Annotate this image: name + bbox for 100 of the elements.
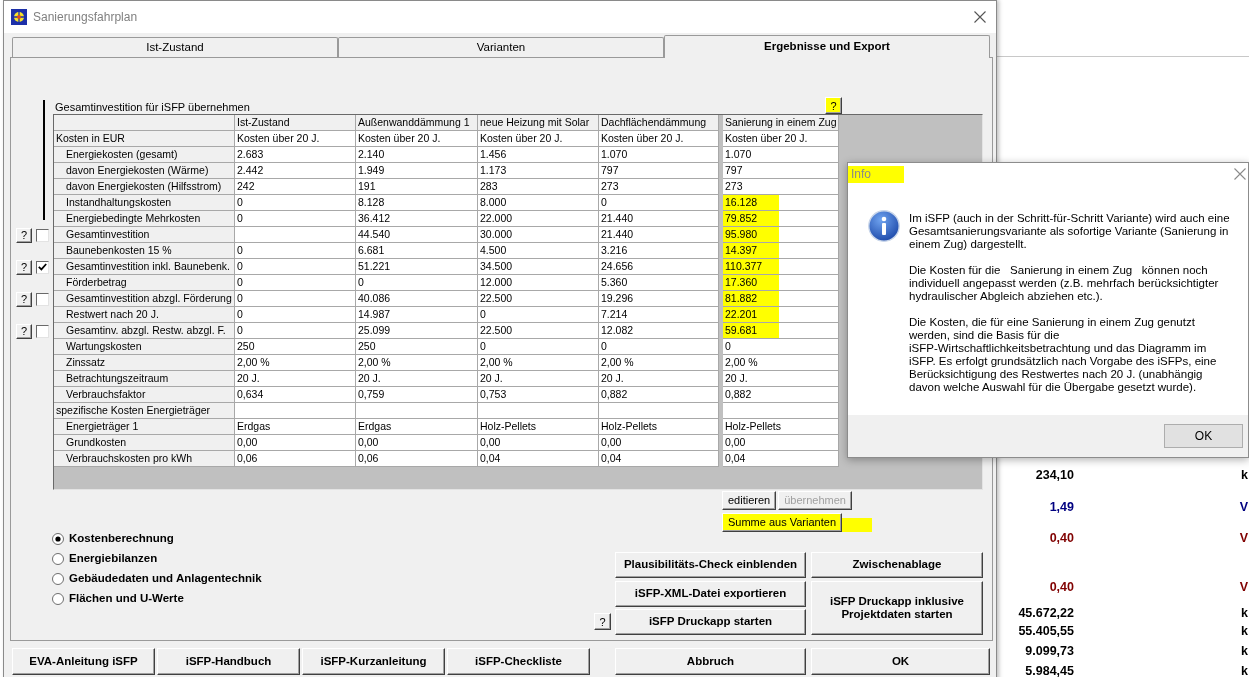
value-text: 55.405,55 — [1017, 623, 1074, 639]
radio-option[interactable]: Kostenberechnung — [52, 529, 174, 549]
table-cell: 0 — [599, 195, 719, 211]
value-text: 9.099,73 — [1024, 643, 1074, 659]
table-cell: 283 — [478, 179, 599, 195]
table-cell: 14.397 — [723, 243, 839, 259]
sum-button[interactable]: Summe aus Varianten — [722, 513, 842, 532]
unit-text: k — [1241, 605, 1248, 621]
unit-text: k — [1241, 643, 1248, 659]
table-cell: 81.882 — [723, 291, 839, 307]
grid-action-button[interactable]: editieren — [722, 491, 777, 510]
table-cell: 0,00 — [599, 435, 719, 451]
row-header: Baunebenkosten 15 % — [54, 243, 235, 259]
table-cell: 6.681 — [356, 243, 478, 259]
unit-text: V — [1239, 499, 1248, 515]
footer-button[interactable]: iSFP-Checkliste — [447, 648, 590, 675]
table-cell: 20 J. — [478, 371, 599, 387]
table-cell: 20 J. — [723, 371, 839, 387]
footer-button[interactable]: iSFP-Kurzanleitung — [302, 648, 445, 675]
table-cell: 110.377 — [723, 259, 839, 275]
table-cell: 0 — [478, 307, 599, 323]
table-cell: 2.683 — [235, 147, 356, 163]
row-header: Verbrauchsfaktor — [54, 387, 235, 403]
row-header: Förderbetrag — [54, 275, 235, 291]
checkbox[interactable] — [36, 324, 49, 338]
checkbox[interactable] — [36, 228, 49, 242]
highlighter-stroke — [842, 518, 872, 532]
action-button[interactable]: iSFP Druckapp starten — [615, 609, 806, 635]
table-cell: Holz-Pellets — [723, 419, 839, 435]
row-header: davon Energiekosten (Hilfsstrom) — [54, 179, 235, 195]
radio-option[interactable]: Flächen und U-Werte — [52, 589, 184, 609]
close-icon[interactable] — [1234, 168, 1246, 180]
table-cell: 0,06 — [235, 451, 356, 467]
help-button[interactable]: ? — [825, 97, 842, 114]
action-button[interactable]: Plausibilitäts-Check einblenden — [615, 552, 806, 578]
table-cell: 273 — [599, 179, 719, 195]
dialog-button[interactable]: OK — [811, 648, 990, 675]
footer-button[interactable]: EVA-Anleitung iSFP — [12, 648, 155, 675]
footer-button[interactable]: iSFP-Handbuch — [157, 648, 300, 675]
dialog-button[interactable]: Abbruch — [615, 648, 806, 675]
table-cell: 0,00 — [723, 435, 839, 451]
row-header: Energieträger 1 — [54, 419, 235, 435]
table-cell: 22.500 — [478, 323, 599, 339]
row-header: Wartungskosten — [54, 339, 235, 355]
table-cell: Erdgas — [235, 419, 356, 435]
table-cell: 5.360 — [599, 275, 719, 291]
table-cell: 1.070 — [723, 147, 839, 163]
table-cell: 0,06 — [356, 451, 478, 467]
table-cell: 20 J. — [235, 371, 356, 387]
row-header: Energiebedingte Mehrkosten — [54, 211, 235, 227]
radio-option[interactable]: Gebäudedaten und Anlagentechnik — [52, 569, 262, 589]
checkbox[interactable] — [36, 292, 49, 306]
table-cell: 16.128 — [723, 195, 839, 211]
table-cell: 0,04 — [599, 451, 719, 467]
table-cell: 0 — [599, 339, 719, 355]
checkbox[interactable] — [36, 260, 49, 274]
table-cell: 34.500 — [478, 259, 599, 275]
close-icon[interactable] — [974, 11, 986, 23]
table-cell: Kosten über 20 J. — [235, 131, 356, 147]
tab[interactable]: Ist-Zustand — [12, 37, 338, 57]
tab[interactable]: Ergebnisse und Export — [664, 35, 990, 58]
table-cell: 0,00 — [356, 435, 478, 451]
help-button[interactable]: ? — [16, 323, 32, 339]
table-cell: 0 — [235, 307, 356, 323]
help-button[interactable]: ? — [16, 227, 32, 243]
action-button[interactable]: Zwischenablage — [811, 552, 983, 578]
column-header: Sanierung in einem Zug — [723, 115, 839, 131]
info-icon — [868, 210, 900, 242]
help-button[interactable]: ? — [16, 291, 32, 307]
table-cell: 12.082 — [599, 323, 719, 339]
help-button[interactable]: ? — [16, 259, 32, 275]
table-cell: Kosten über 20 J. — [478, 131, 599, 147]
unit-text: V — [1239, 579, 1248, 595]
table-cell: 7.214 — [599, 307, 719, 323]
row-header: Gesamtinvestition abzgl. Förderung — [54, 291, 235, 307]
radio-option[interactable]: Energiebilanzen — [52, 549, 158, 569]
app-icon — [11, 9, 27, 25]
row-header: Grundkosten — [54, 435, 235, 451]
action-button[interactable]: iSFP Druckapp inklusive Projektdaten starten — [811, 581, 983, 635]
ok-button[interactable]: OK — [1164, 424, 1243, 448]
table-cell: 30.000 — [478, 227, 599, 243]
table-cell: Kosten über 20 J. — [599, 131, 719, 147]
table-cell: Erdgas — [356, 419, 478, 435]
table-cell: 0 — [235, 259, 356, 275]
row-header: spezifische Kosten Energieträger — [54, 403, 235, 419]
tab[interactable]: Varianten — [338, 37, 664, 57]
value-text: 45.672,22 — [1017, 605, 1074, 621]
action-button[interactable]: iSFP-XML-Datei exportieren — [615, 581, 806, 607]
info-paragraph: Im iSFP (auch in der Schritt-für-Schritt Variante) wird auch eine Gesamtsanierungsvariante als sofortige Variante (Sanierung in einem Zug) dargestellt. — [909, 212, 1231, 251]
row-header: Zinssatz — [54, 355, 235, 371]
table-cell: 2,00 % — [356, 355, 478, 371]
table-cell: 25.099 — [356, 323, 478, 339]
table-cell: 8.128 — [356, 195, 478, 211]
table-cell: 191 — [356, 179, 478, 195]
help-button[interactable]: ? — [594, 613, 611, 630]
table-cell: 1.173 — [478, 163, 599, 179]
value-text: 0,40 — [1048, 579, 1074, 595]
table-cell: 24.656 — [599, 259, 719, 275]
table-cell: 79.852 — [723, 211, 839, 227]
table-cell: 797 — [723, 163, 839, 179]
